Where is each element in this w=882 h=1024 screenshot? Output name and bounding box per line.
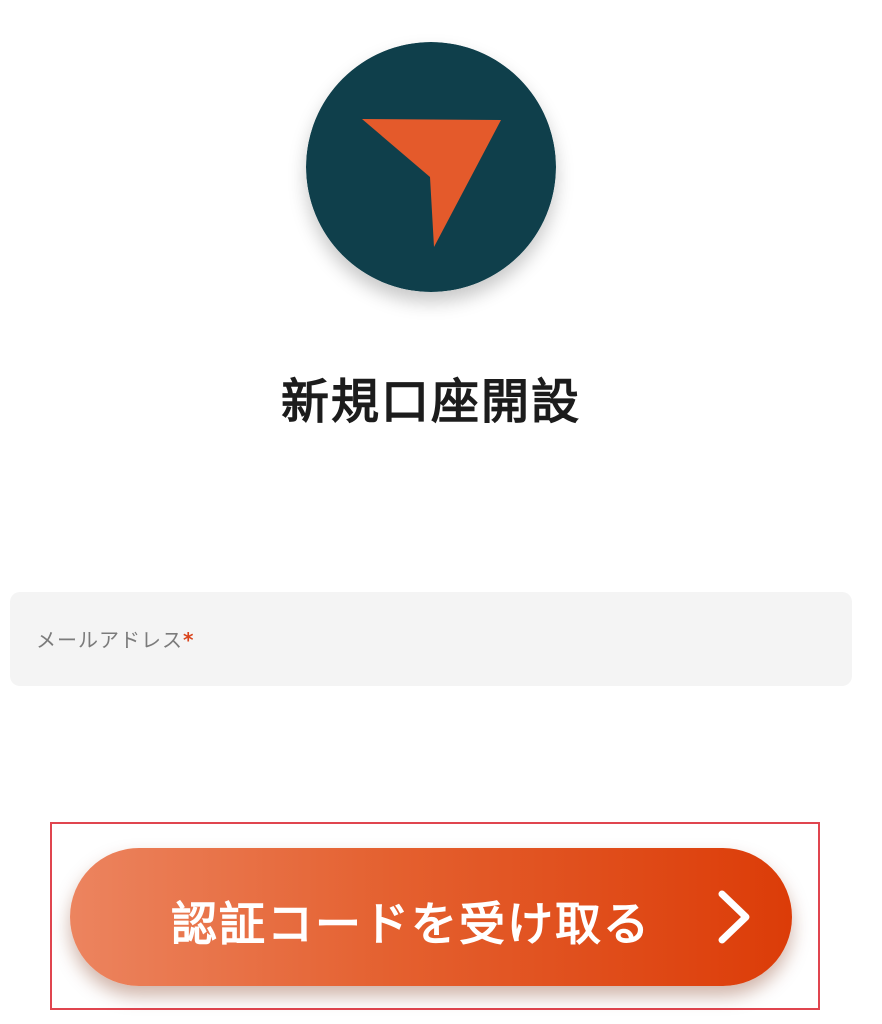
page-title: 新規口座開設 <box>280 374 581 430</box>
chevron-right-icon <box>714 888 754 946</box>
receive-code-label: 認証コードを受け取る <box>171 898 651 950</box>
arrow-pointer-icon <box>306 42 556 292</box>
app-logo <box>306 42 556 292</box>
signup-screen: 新規口座開設 メールアドレス* 認証コードを受け取る <box>0 0 882 1024</box>
email-input[interactable] <box>34 648 828 678</box>
email-field[interactable]: メールアドレス* <box>10 592 852 686</box>
receive-code-button[interactable]: 認証コードを受け取る <box>70 848 792 986</box>
